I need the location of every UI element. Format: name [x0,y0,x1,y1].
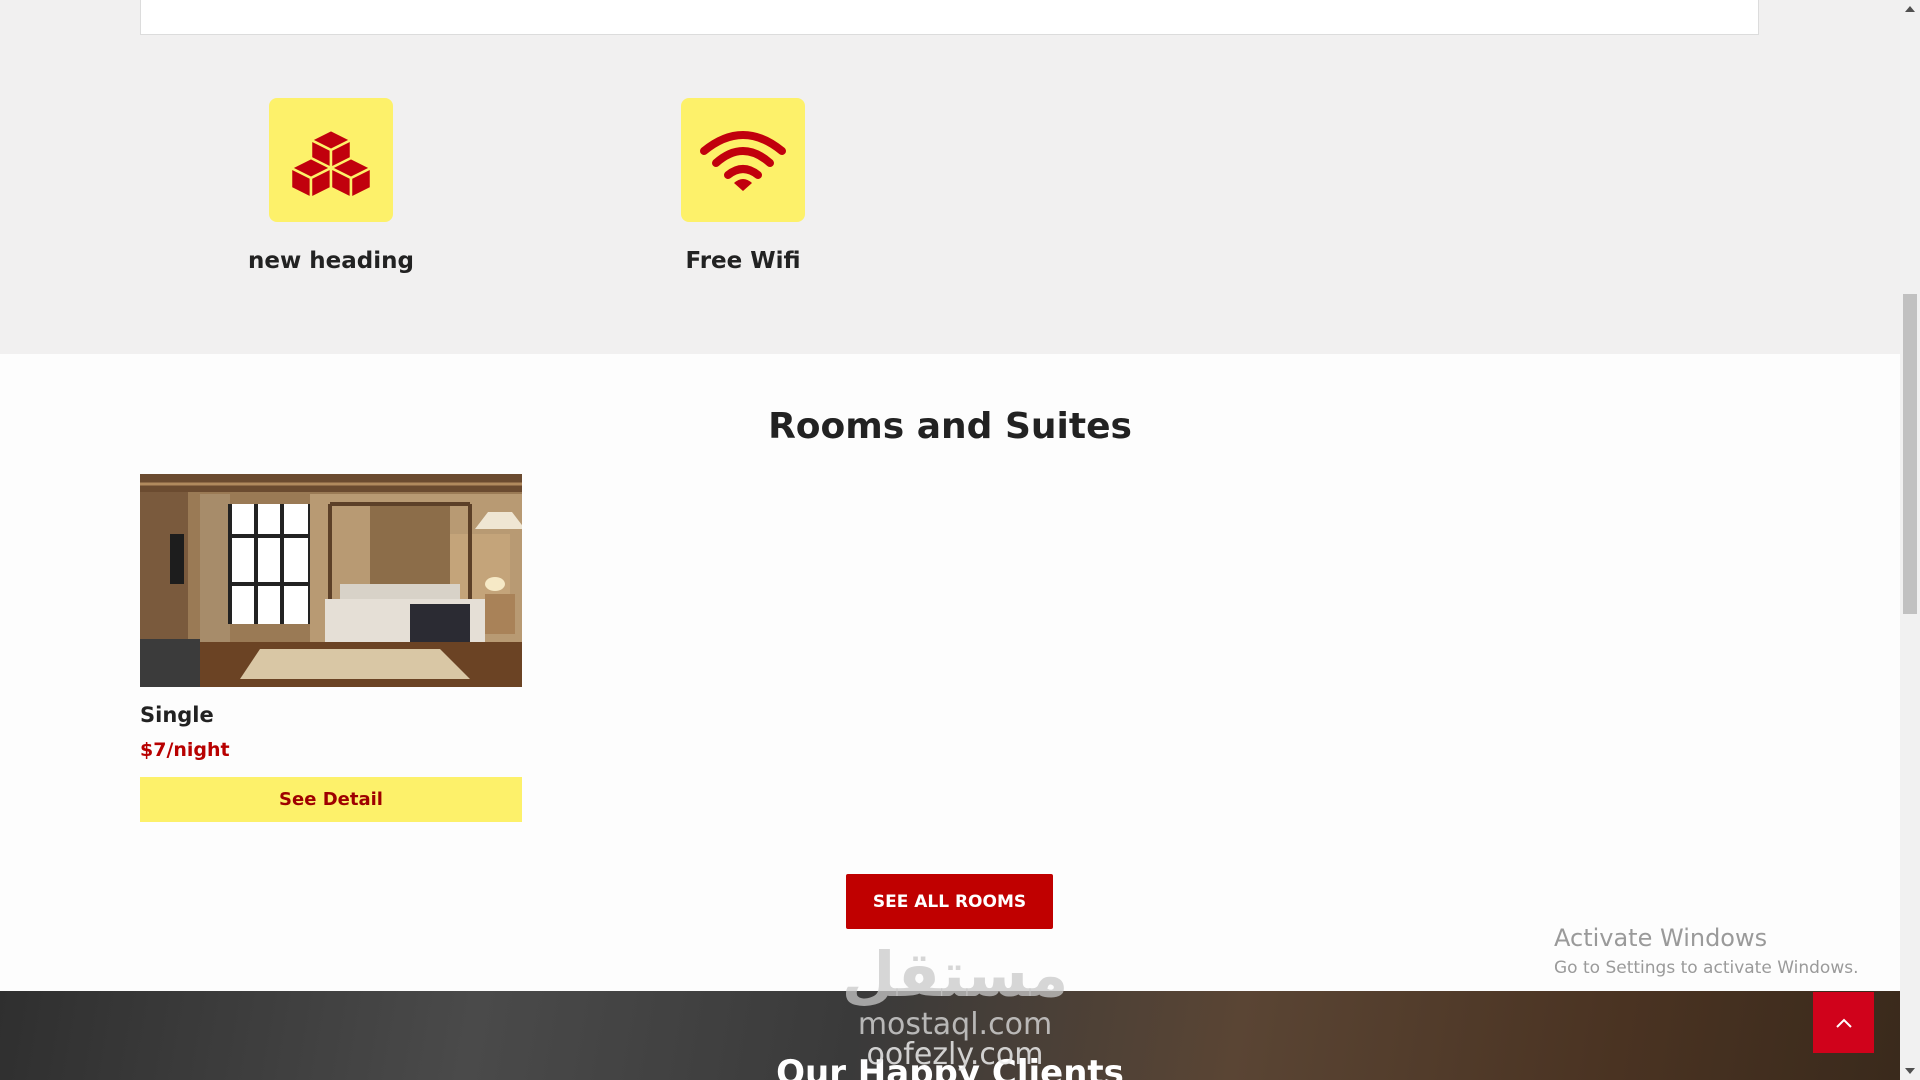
section-title: Our Happy Clients [776,1053,1124,1080]
boxes-icon [289,128,373,200]
clients-section: Our Happy Clients [0,991,1900,1080]
feature-icon-box [681,98,805,222]
triangle-down-icon [1905,1068,1915,1074]
room-card: Single $7/night See Detail [140,474,522,822]
vertical-scrollbar[interactable] [1900,0,1920,1080]
section-title: Rooms and Suites [768,406,1132,447]
rooms-section: Rooms and Suites Single $7/night See Det… [0,354,1900,991]
room-price: $7/night [140,739,230,761]
triangle-up-icon [1905,6,1915,12]
see-all-rooms-button[interactable]: SEE ALL ROOMS [846,874,1053,929]
feature-icon-box [269,98,393,222]
feature-item: new heading [206,98,456,274]
chevron-up-icon [1835,1018,1852,1028]
see-detail-button[interactable]: See Detail [140,777,522,822]
activate-windows-notice: Activate Windows Go to Settings to activ… [1554,924,1859,978]
activate-windows-title: Activate Windows [1554,924,1768,952]
top-card [140,0,1759,35]
scroll-down-arrow[interactable] [1900,1062,1920,1080]
features-section: new heading Free Wifi [0,0,1900,354]
feature-title: new heading [248,248,414,274]
feature-item: Free Wifi [618,98,868,274]
scroll-thumb[interactable] [1903,294,1917,614]
scroll-up-arrow[interactable] [1900,0,1920,18]
room-name: Single [140,703,214,727]
feature-title: Free Wifi [685,248,801,274]
bedroom-photo[interactable] [140,474,522,687]
activate-windows-subtitle: Go to Settings to activate Windows. [1554,958,1859,978]
wifi-icon [700,131,786,191]
back-to-top-button[interactable] [1813,992,1874,1053]
